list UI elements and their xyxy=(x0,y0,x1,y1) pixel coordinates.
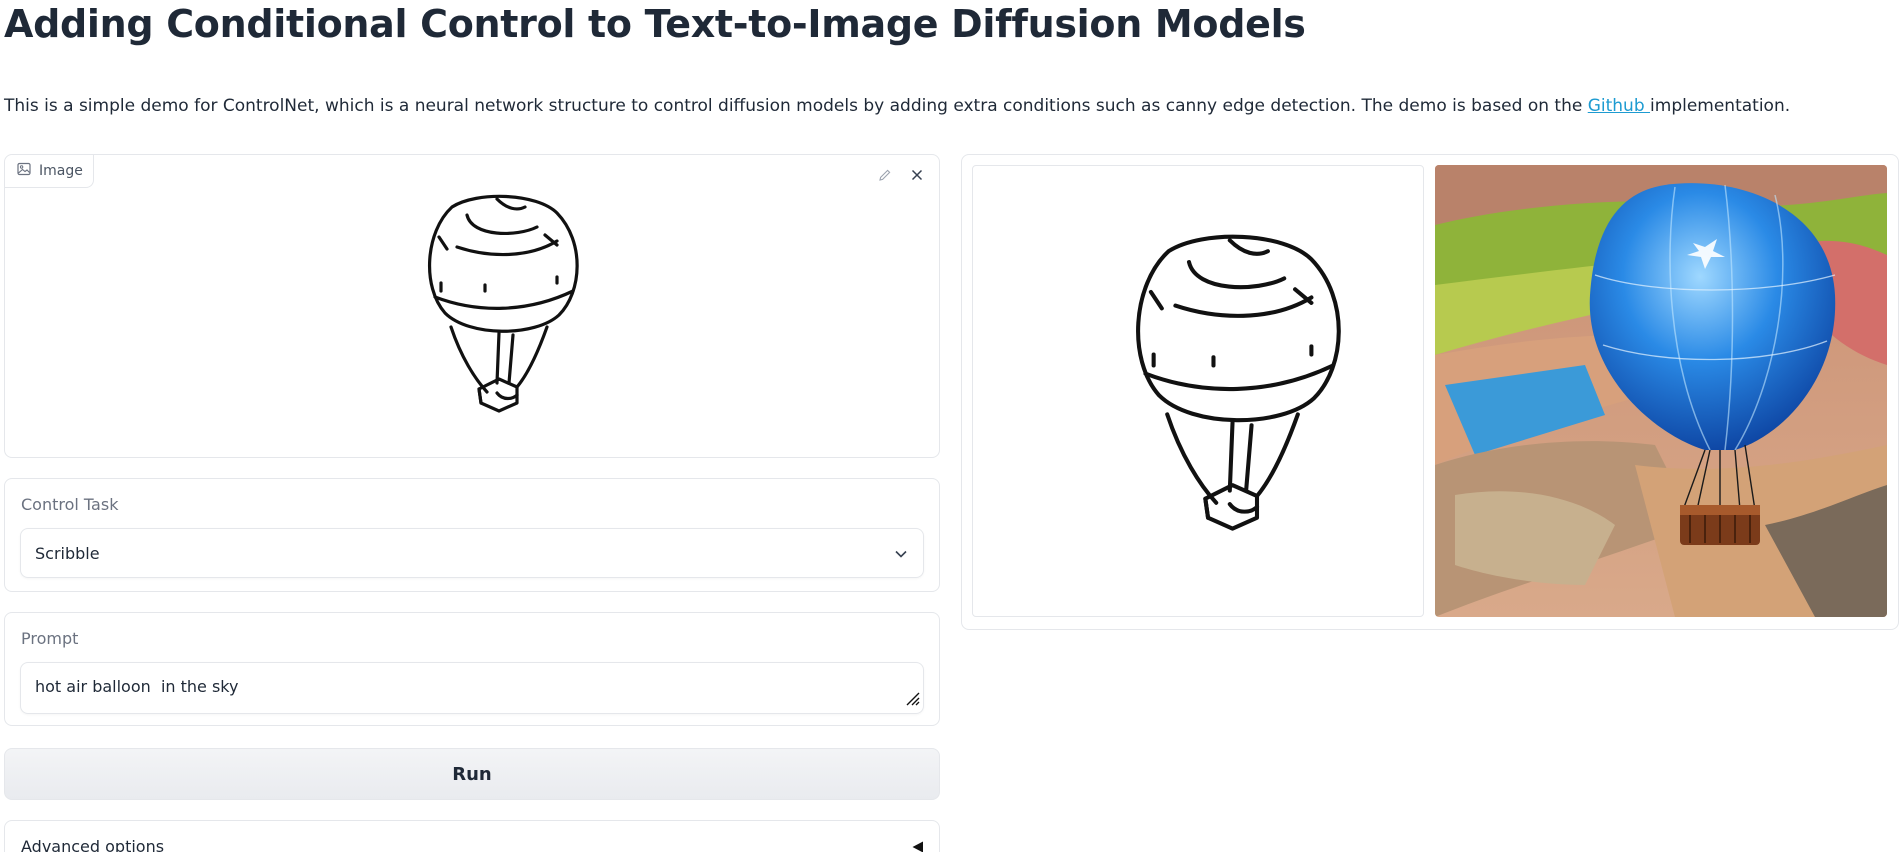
scribble-sketch-input xyxy=(428,194,579,413)
resize-handle-icon[interactable] xyxy=(903,689,921,711)
prompt-block: Prompt hot air balloon in the sky xyxy=(4,612,940,726)
close-icon[interactable] xyxy=(909,167,925,183)
chevron-down-icon xyxy=(893,546,909,566)
output-gallery xyxy=(961,154,1899,630)
image-label: Image xyxy=(39,163,83,179)
control-task-select[interactable]: Scribble xyxy=(20,528,924,578)
image-icon xyxy=(17,162,31,180)
page-description: This is a simple demo for ControlNet, wh… xyxy=(4,94,1790,118)
advanced-options-accordion[interactable]: Advanced options xyxy=(4,820,940,852)
output-generated-image[interactable] xyxy=(1435,165,1887,617)
prompt-input[interactable]: hot air balloon in the sky xyxy=(20,662,924,714)
page-title: Adding Conditional Control to Text-to-Im… xyxy=(4,2,1306,46)
scribble-sketch-output xyxy=(1136,234,1341,531)
image-label-tag: Image xyxy=(5,155,94,188)
app-page: Adding Conditional Control to Text-to-Im… xyxy=(0,0,1903,852)
output-control-image[interactable] xyxy=(972,165,1424,617)
run-button[interactable]: Run xyxy=(4,748,940,800)
image-tools xyxy=(877,167,925,183)
github-link[interactable]: Github xyxy=(1588,96,1650,116)
pencil-icon[interactable] xyxy=(877,167,893,183)
collapse-triangle-icon[interactable] xyxy=(911,839,925,852)
control-task-label: Control Task xyxy=(21,495,119,514)
control-task-block: Control Task Scribble xyxy=(4,478,940,592)
prompt-value: hot air balloon in the sky xyxy=(35,677,239,696)
advanced-options-label: Advanced options xyxy=(21,837,165,852)
prompt-label: Prompt xyxy=(21,629,79,648)
image-input-panel[interactable]: Image xyxy=(4,154,940,458)
description-tail: implementation. xyxy=(1650,96,1791,116)
hot-air-balloon-photo xyxy=(1435,165,1887,617)
description-text: This is a simple demo for ControlNet, wh… xyxy=(4,96,1588,116)
control-task-value: Scribble xyxy=(35,543,100,563)
